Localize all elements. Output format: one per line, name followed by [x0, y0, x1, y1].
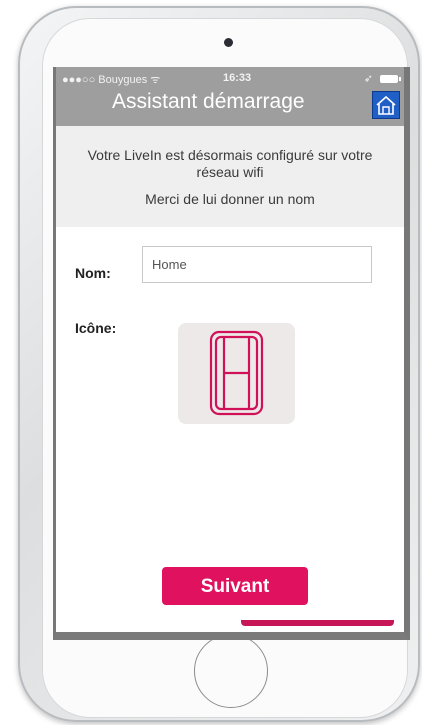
home-icon[interactable] [372, 91, 400, 119]
icon-label: Icône: [75, 320, 117, 336]
next-button[interactable]: Suivant [162, 567, 308, 605]
name-input[interactable] [142, 246, 372, 283]
status-bar: ●●●○○ Bouygues ᯤ 16:33 ➶ [62, 72, 401, 86]
front-camera [224, 38, 233, 47]
status-time: 16:33 [223, 72, 252, 84]
info-panel: Votre LiveIn est désormais configuré sur… [56, 126, 404, 227]
door-icon [209, 330, 264, 416]
carrier-signal: ●●●○○ Bouygues ᯤ [62, 74, 161, 86]
location-arrow-icon: ➶ [363, 73, 373, 85]
phone-home-button[interactable] [194, 634, 268, 708]
header-bar: ●●●○○ Bouygues ᯤ 16:33 ➶ Assistant démar… [56, 67, 404, 126]
icon-picker[interactable] [178, 323, 295, 424]
hidden-button-edge [241, 620, 394, 626]
name-label: Nom: [75, 265, 111, 281]
app-screen: ●●●○○ Bouygues ᯤ 16:33 ➶ Assistant démar… [53, 67, 410, 640]
info-message: Votre LiveIn est désormais configuré sur… [87, 147, 373, 180]
info-prompt: Merci de lui donner un nom [145, 191, 315, 207]
battery-icon [380, 75, 401, 84]
status-right: ➶ [363, 72, 401, 85]
page-title: Assistant démarrage [112, 90, 305, 113]
